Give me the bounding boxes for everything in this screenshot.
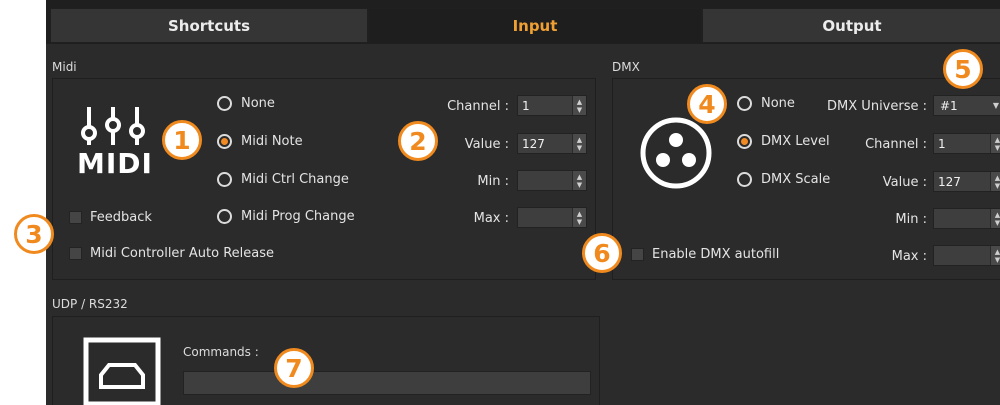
- dmx-max-spinbox[interactable]: ▲ ▼: [933, 245, 1000, 266]
- callout-badge-6: 6: [582, 233, 622, 273]
- dmx-mode-none[interactable]: None: [737, 96, 795, 111]
- spin-arrows-icon[interactable]: ▲ ▼: [572, 171, 586, 190]
- input-settings-window: Shortcuts Input Output Midi MIDI None Mi…: [46, 0, 1000, 405]
- callout-badge-7: 7: [274, 348, 314, 388]
- spin-arrows-icon[interactable]: ▲ ▼: [572, 134, 586, 153]
- feedback-label: Feedback: [90, 210, 152, 225]
- dmx-panel: None DMX Level DMX Scale Enable DMX auto…: [612, 78, 1000, 280]
- dmx-channel-spinbox[interactable]: 1 ▲ ▼: [933, 133, 1000, 154]
- spin-arrows-icon[interactable]: ▲ ▼: [990, 134, 1000, 153]
- callout-5-text: 5: [954, 54, 972, 84]
- callout-2-text: 2: [409, 126, 427, 156]
- spin-arrows-icon[interactable]: ▲ ▼: [990, 209, 1000, 228]
- spin-arrows-icon[interactable]: ▲ ▼: [990, 172, 1000, 191]
- midi-channel-value: 1: [522, 98, 530, 113]
- serial-port-icon: [83, 337, 161, 405]
- spin-arrows-icon[interactable]: ▲ ▼: [572, 96, 586, 115]
- dmx-universe-value: #1: [940, 98, 958, 113]
- tab-shortcuts-label: Shortcuts: [167, 16, 251, 35]
- tab-bar: Shortcuts Input Output: [46, 0, 1000, 44]
- chevron-down-icon[interactable]: ▼: [988, 101, 1000, 110]
- dmx-mode-level-label: DMX Level: [761, 134, 830, 149]
- dmx-value-label: Value :: [882, 175, 927, 190]
- tab-output-label: Output: [822, 16, 882, 35]
- auto-release-checkbox[interactable]: [69, 247, 82, 260]
- callout-6-text: 6: [593, 238, 611, 268]
- radio-icon[interactable]: [737, 172, 752, 187]
- callout-badge-4: 4: [687, 84, 727, 124]
- dmx-autofill-row[interactable]: Enable DMX autofill: [631, 247, 779, 262]
- radio-icon[interactable]: [217, 96, 232, 111]
- tab-shortcuts[interactable]: Shortcuts: [50, 8, 368, 43]
- dmx-channel-value: 1: [938, 136, 946, 151]
- dmx-autofill-checkbox[interactable]: [631, 248, 644, 261]
- dmx-mode-scale[interactable]: DMX Scale: [737, 172, 830, 187]
- callout-badge-2: 2: [398, 121, 438, 161]
- dmx-universe-dropdown[interactable]: #1 ▼: [933, 95, 1000, 116]
- midi-logo: MIDI: [77, 101, 159, 181]
- midi-max-label: Max :: [473, 211, 509, 226]
- midi-channel-label: Channel :: [447, 99, 509, 114]
- udp-section-label: UDP / RS232: [52, 297, 128, 311]
- callout-badge-5: 5: [943, 49, 983, 89]
- tab-output[interactable]: Output: [702, 8, 1000, 43]
- callout-3-text: 3: [25, 219, 43, 249]
- radio-icon[interactable]: [217, 209, 232, 224]
- callout-badge-1: 1: [162, 120, 202, 160]
- midi-mode-ctrl-change[interactable]: Midi Ctrl Change: [217, 172, 349, 187]
- dmx-mode-none-label: None: [761, 96, 795, 111]
- radio-checked-icon[interactable]: [737, 134, 752, 149]
- feedback-checkbox[interactable]: [69, 211, 82, 224]
- midi-min-label: Min :: [477, 174, 509, 189]
- callout-4-text: 4: [698, 89, 716, 119]
- midi-panel: MIDI None Midi Note Midi Ctrl Change Mid…: [52, 78, 596, 280]
- auto-release-label: Midi Controller Auto Release: [90, 246, 275, 261]
- feedback-checkbox-row[interactable]: Feedback: [69, 210, 152, 225]
- midi-value-spinbox[interactable]: 127 ▲ ▼: [517, 133, 587, 154]
- midi-mode-ctrl-change-label: Midi Ctrl Change: [241, 172, 349, 187]
- callout-1-text: 1: [173, 125, 191, 155]
- dmx-autofill-label: Enable DMX autofill: [652, 247, 780, 262]
- dmx-max-label: Max :: [891, 249, 927, 264]
- midi-mode-note-label: Midi Note: [241, 134, 303, 149]
- dmx-section-label: DMX: [612, 60, 640, 74]
- spin-arrows-icon[interactable]: ▲ ▼: [990, 246, 1000, 265]
- dmx-value-spinbox[interactable]: 127 ▲ ▼: [933, 171, 1000, 192]
- dmx-channel-label: Channel :: [865, 137, 927, 152]
- dmx-mode-level[interactable]: DMX Level: [737, 134, 830, 149]
- midi-value-value: 127: [522, 136, 545, 151]
- midi-min-spinbox[interactable]: ▲ ▼: [517, 170, 587, 191]
- dmx-min-spinbox[interactable]: ▲ ▼: [933, 208, 1000, 229]
- midi-mode-none[interactable]: None: [217, 96, 275, 111]
- commands-label: Commands :: [183, 345, 259, 359]
- midi-logo-text: MIDI: [77, 147, 153, 180]
- dmx-value-value: 127: [938, 174, 961, 189]
- midi-channel-spinbox[interactable]: 1 ▲ ▼: [517, 95, 587, 116]
- dmx-connector-icon: [639, 116, 713, 190]
- midi-max-spinbox[interactable]: ▲ ▼: [517, 207, 587, 228]
- callout-7-text: 7: [285, 353, 303, 383]
- tab-input[interactable]: Input: [368, 8, 702, 43]
- midi-section-label: Midi: [52, 60, 77, 74]
- auto-release-checkbox-row[interactable]: Midi Controller Auto Release: [69, 246, 274, 261]
- radio-icon[interactable]: [737, 96, 752, 111]
- midi-mode-note[interactable]: Midi Note: [217, 134, 303, 149]
- dmx-mode-scale-label: DMX Scale: [761, 172, 831, 187]
- midi-mode-prog-change-label: Midi Prog Change: [241, 209, 355, 224]
- dmx-universe-label: DMX Universe :: [827, 99, 927, 114]
- commands-input[interactable]: [183, 371, 591, 395]
- tab-input-label: Input: [512, 16, 558, 35]
- midi-mode-none-label: None: [241, 96, 275, 111]
- callout-badge-3: 3: [14, 214, 54, 254]
- spin-arrows-icon[interactable]: ▲ ▼: [572, 208, 586, 227]
- radio-checked-icon[interactable]: [217, 134, 232, 149]
- udp-panel: Commands :: [52, 316, 600, 405]
- dmx-min-label: Min :: [895, 212, 927, 227]
- radio-icon[interactable]: [217, 172, 232, 187]
- midi-mode-prog-change[interactable]: Midi Prog Change: [217, 209, 355, 224]
